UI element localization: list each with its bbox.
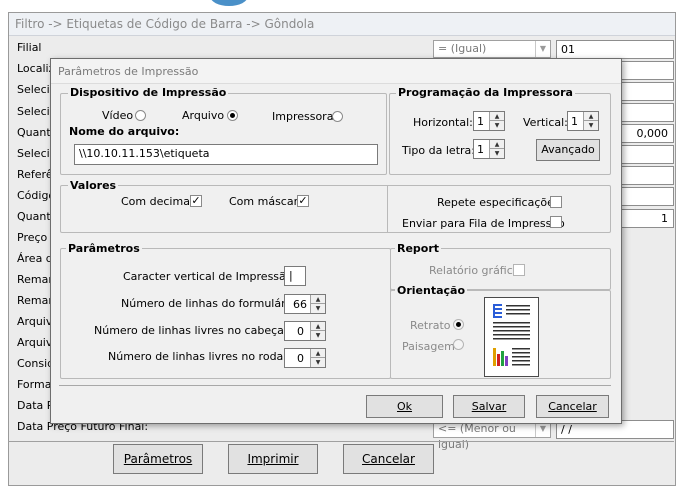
top-banner-fragment bbox=[0, 0, 691, 8]
repete-label: Repete especificações bbox=[437, 196, 560, 209]
num-linhas-cab-spinner[interactable]: 0 ▲ ▼ bbox=[284, 321, 326, 341]
cancelar-bg-button[interactable]: Cancelar bbox=[343, 444, 434, 474]
checkmark-icon: ✓ bbox=[191, 194, 201, 207]
arquivo-radio[interactable] bbox=[227, 110, 238, 121]
bg-label: Quant. bbox=[17, 126, 55, 139]
dialog-separator bbox=[59, 385, 611, 386]
num-linhas-rod-value: 0 bbox=[297, 352, 304, 365]
bg-separator bbox=[8, 441, 674, 442]
horizontal-spinner[interactable]: 1 ▲ ▼ bbox=[473, 111, 505, 131]
bg-label-filial: Filial bbox=[17, 41, 42, 54]
bg-label: Forma bbox=[17, 378, 52, 391]
vertical-label: Vertical: bbox=[523, 116, 568, 129]
spinner-up-icon[interactable]: ▲ bbox=[584, 112, 598, 121]
num-linhas-form-spinner[interactable]: 66 ▲ ▼ bbox=[284, 294, 326, 314]
logo-fragment-icon bbox=[210, 0, 248, 6]
salvar-button-label: Salvar bbox=[471, 400, 507, 413]
num-linhas-rod-label: Número de linhas livres no rodapé: bbox=[108, 350, 301, 363]
dialog-title: Parâmetros de Impressão bbox=[58, 65, 199, 78]
video-radio[interactable] bbox=[135, 110, 146, 121]
repete-checkbox[interactable] bbox=[550, 196, 562, 208]
cancelar-button[interactable]: Cancelar bbox=[536, 395, 609, 418]
filter-window-titlebar: Filtro -> Etiquetas de Código de Barra -… bbox=[9, 13, 675, 36]
spinner-up-icon[interactable]: ▲ bbox=[490, 112, 504, 121]
relatorio-grafico-label: Relatório gráfico bbox=[429, 264, 520, 277]
ok-button-label: Ok bbox=[396, 400, 413, 413]
imprimir-button-label: Imprimir bbox=[247, 452, 299, 466]
file-name-input[interactable]: \\10.10.11.153\etiqueta bbox=[74, 144, 378, 165]
parametros-button-label: Parâmetros bbox=[123, 452, 193, 466]
bg-label: Referê bbox=[17, 168, 53, 181]
dropdown-arrow-icon[interactable]: ▼ bbox=[535, 41, 550, 57]
retrato-label: Retrato bbox=[410, 319, 451, 332]
report-legend: Report bbox=[395, 242, 442, 255]
spinner-up-icon[interactable]: ▲ bbox=[311, 295, 325, 304]
orientacao-legend: Orientação bbox=[395, 284, 468, 297]
caracter-vertical-label: Caracter vertical de Impressão: bbox=[123, 270, 297, 283]
spinner-down-icon[interactable]: ▼ bbox=[311, 358, 325, 367]
num-linhas-cab-value: 0 bbox=[297, 325, 304, 338]
com-decimais-label: Com decimais bbox=[121, 195, 199, 208]
valores-divider bbox=[387, 185, 388, 233]
tipo-letra-label: Tipo da letra: bbox=[402, 144, 475, 157]
num-linhas-form-value: 66 bbox=[293, 298, 307, 311]
data-final-operator-value: <= (Menor ou igual) bbox=[438, 422, 516, 451]
spinner-up-icon[interactable]: ▲ bbox=[311, 349, 325, 358]
caracter-vertical-input[interactable]: | bbox=[284, 266, 306, 286]
com-decimais-checkbox[interactable]: ✓ bbox=[190, 195, 202, 207]
filial-operator-select[interactable]: = (Igual) ▼ bbox=[433, 40, 551, 58]
print-params-dialog: Parâmetros de Impressão Dispositivo de I… bbox=[50, 58, 622, 424]
spinner-down-icon[interactable]: ▼ bbox=[311, 331, 325, 340]
filial-operator-value: = (Igual) bbox=[438, 42, 487, 55]
tipo-letra-spinner[interactable]: 1 ▲ ▼ bbox=[473, 139, 505, 159]
parametros-legend: Parâmetros bbox=[66, 242, 142, 255]
num-linhas-form-label: Número de linhas do formulário: bbox=[121, 297, 300, 310]
spinner-down-icon[interactable]: ▼ bbox=[584, 121, 598, 130]
valores-legend: Valores bbox=[68, 179, 119, 192]
enviar-fila-label: Enviar para Fila de Impressão bbox=[402, 217, 565, 230]
dispositivo-legend: Dispositivo de Impressão bbox=[68, 86, 229, 99]
bg-label: Área d bbox=[17, 252, 53, 265]
impressora-label: Impressora bbox=[272, 110, 334, 123]
bg-label: Quanti bbox=[17, 210, 54, 223]
portrait-page-icon bbox=[484, 297, 539, 377]
enviar-fila-checkbox[interactable] bbox=[550, 216, 562, 228]
video-label: Vídeo bbox=[102, 109, 134, 122]
spinner-up-icon[interactable]: ▲ bbox=[311, 322, 325, 331]
spinner-down-icon[interactable]: ▼ bbox=[490, 149, 504, 158]
retrato-radio[interactable] bbox=[453, 319, 464, 330]
salvar-button[interactable]: Salvar bbox=[453, 395, 525, 418]
dialog-titlebar: Parâmetros de Impressão bbox=[51, 59, 621, 84]
avancado-button[interactable]: Avançado bbox=[536, 139, 600, 161]
spinner-down-icon[interactable]: ▼ bbox=[311, 304, 325, 313]
spinner-down-icon[interactable]: ▼ bbox=[490, 121, 504, 130]
horizontal-value: 1 bbox=[477, 115, 484, 128]
programacao-legend: Programação da Impressora bbox=[396, 86, 575, 99]
horizontal-label: Horizontal: bbox=[413, 116, 473, 129]
arquivo-label: Arquivo bbox=[182, 109, 225, 122]
com-mascara-checkbox[interactable]: ✓ bbox=[297, 195, 309, 207]
programacao-group bbox=[389, 93, 611, 175]
parametros-button[interactable]: Parâmetros bbox=[113, 444, 203, 474]
spinner-up-icon[interactable]: ▲ bbox=[490, 140, 504, 149]
tipo-letra-value: 1 bbox=[477, 143, 484, 156]
cancelar-button-label: Cancelar bbox=[548, 400, 597, 413]
imprimir-button[interactable]: Imprimir bbox=[228, 444, 318, 474]
num-linhas-rod-spinner[interactable]: 0 ▲ ▼ bbox=[284, 348, 326, 368]
vertical-value: 1 bbox=[571, 115, 578, 128]
relatorio-grafico-checkbox[interactable] bbox=[513, 264, 525, 276]
bg-label: Localiz bbox=[17, 62, 55, 75]
ok-button[interactable]: Ok bbox=[366, 395, 443, 418]
filter-window-title: Filtro -> Etiquetas de Código de Barra -… bbox=[15, 17, 315, 31]
cancelar-bg-button-label: Cancelar bbox=[362, 452, 415, 466]
checkmark-icon: ✓ bbox=[298, 194, 308, 207]
file-name-legend: Nome do arquivo: bbox=[67, 125, 182, 138]
paisagem-label: Paisagem bbox=[402, 340, 455, 353]
filial-input[interactable]: 01 bbox=[556, 40, 674, 59]
com-mascara-label: Com máscara bbox=[229, 195, 305, 208]
num-linhas-cab-label: Número de linhas livres no cabeçalho: bbox=[94, 324, 305, 337]
vertical-spinner[interactable]: 1 ▲ ▼ bbox=[567, 111, 599, 131]
paisagem-radio[interactable] bbox=[453, 339, 464, 350]
impressora-radio[interactable] bbox=[332, 111, 343, 122]
